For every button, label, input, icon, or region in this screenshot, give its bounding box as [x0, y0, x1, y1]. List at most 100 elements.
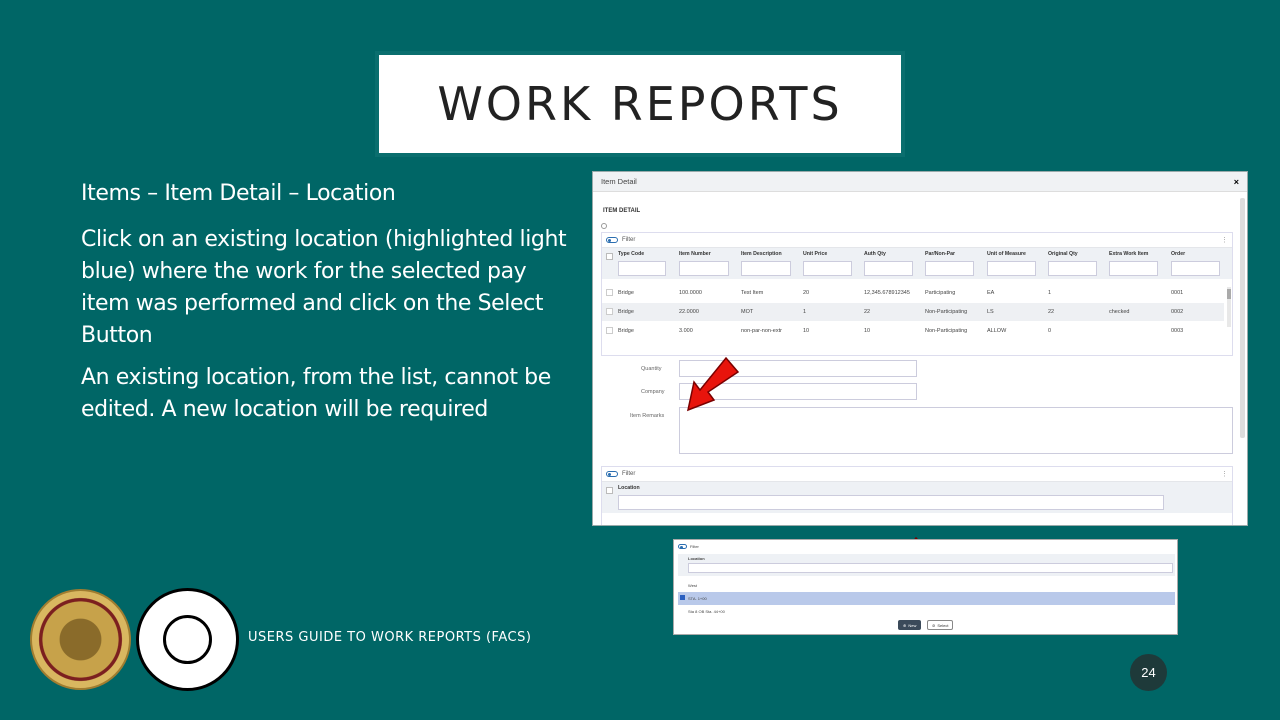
- dialog-header: Item Detail ×: [593, 172, 1247, 192]
- list-item[interactable]: West: [678, 579, 1175, 592]
- cell: non-par-non-extr: [741, 328, 782, 334]
- filter-row: Filter: [678, 544, 699, 549]
- table-row[interactable]: Bridge 22.0000 MOT 1 22 Non-Participatin…: [602, 303, 1224, 321]
- dialog-title: Item Detail: [601, 177, 637, 186]
- instruction-paragraph: Click on an existing location (highlight…: [81, 227, 567, 348]
- location-column-header[interactable]: Location: [688, 556, 705, 561]
- column-filter-input[interactable]: [1171, 261, 1220, 276]
- row-checkbox[interactable]: [606, 308, 613, 315]
- cell: Participating: [925, 290, 956, 296]
- row-checkbox[interactable]: [680, 595, 685, 600]
- filter-label: Filter: [622, 471, 636, 477]
- cell: checked: [1109, 309, 1130, 315]
- item-detail-dialog: Item Detail × ITEM DETAIL Filter ⋮ Type …: [592, 171, 1248, 526]
- body-text: Items – Item Detail – Location Click on …: [81, 178, 571, 436]
- select-button[interactable]: ⊘ Select: [927, 620, 954, 630]
- grid-header: Type Code Item Number Item Description U…: [602, 247, 1232, 279]
- row-checkbox[interactable]: [606, 327, 613, 334]
- cell: 22: [864, 309, 871, 315]
- info-icon: [601, 223, 607, 229]
- items-grid: Filter ⋮ Type Code Item Number Item Desc…: [601, 232, 1233, 356]
- slide-title: WORK REPORTS: [437, 77, 843, 131]
- cell: 0003: [1171, 328, 1184, 334]
- cell: 10: [803, 328, 810, 334]
- location-column-header[interactable]: Location: [618, 485, 640, 491]
- check-icon: ⊘: [932, 622, 936, 628]
- cell: 100.0000: [679, 290, 702, 296]
- filter-row: Filter ⋮: [602, 233, 1232, 247]
- filter-toggle[interactable]: [606, 471, 618, 477]
- cell: 0: [1048, 328, 1052, 334]
- cell: 1: [803, 309, 807, 315]
- filter-row: Filter ⋮: [602, 467, 1232, 481]
- location-panel: Filter Location West STA. 1+00 Sta 8 OB …: [673, 539, 1178, 635]
- column-filter-input[interactable]: [803, 261, 852, 276]
- table-row[interactable]: Bridge 3.000 non-par-non-extr 10 10 Non-…: [602, 322, 1224, 340]
- slide-heading: Items – Item Detail – Location: [81, 181, 396, 206]
- note-paragraph: An existing location, from the list, can…: [81, 365, 551, 422]
- new-button[interactable]: ⊕ New: [898, 620, 922, 630]
- column-header[interactable]: Order: [1171, 251, 1185, 257]
- column-filter-input[interactable]: [925, 261, 974, 276]
- red-arrow-icon: [686, 356, 740, 412]
- page-number: 24: [1130, 654, 1167, 691]
- filter-label: Filter: [622, 237, 636, 243]
- filter-toggle[interactable]: [606, 237, 618, 243]
- row-checkbox[interactable]: [606, 289, 613, 296]
- cell: 3.000: [679, 328, 693, 334]
- column-header[interactable]: Item Description: [741, 251, 782, 257]
- dialog-scrollbar[interactable]: [1240, 198, 1245, 438]
- column-header[interactable]: Original Qty: [1048, 251, 1078, 257]
- cell: Non-Participating: [925, 328, 968, 334]
- item-remarks-field[interactable]: [679, 407, 1233, 454]
- column-header[interactable]: Extra Work Item: [1109, 251, 1148, 257]
- close-icon[interactable]: ×: [1234, 177, 1239, 187]
- column-header[interactable]: Auth Qty: [864, 251, 886, 257]
- cell: EA: [987, 290, 995, 296]
- plus-icon: ⊕: [903, 622, 907, 628]
- column-filter-input[interactable]: [1109, 261, 1158, 276]
- cell: 10: [864, 328, 871, 334]
- column-header[interactable]: Par/Non-Par: [925, 251, 955, 257]
- column-header[interactable]: Unit of Measure: [987, 251, 1026, 257]
- kebab-menu-icon[interactable]: ⋮: [1221, 236, 1228, 244]
- new-label: New: [908, 622, 917, 628]
- select-label: Select: [937, 622, 949, 628]
- column-filter-input[interactable]: [741, 261, 791, 276]
- column-filter-input[interactable]: [864, 261, 913, 276]
- location-filter-input[interactable]: [688, 563, 1173, 573]
- cell: Bridge: [618, 290, 634, 296]
- filter-label: Filter: [690, 544, 699, 549]
- cell: 1: [1048, 290, 1052, 296]
- cell: MOT: [741, 309, 754, 315]
- cell: 0002: [1171, 309, 1184, 315]
- column-filter-input[interactable]: [1048, 261, 1097, 276]
- kebab-menu-icon[interactable]: ⋮: [1221, 470, 1228, 478]
- company-label: Company: [641, 389, 665, 395]
- column-header[interactable]: Type Code: [618, 251, 644, 257]
- cell: Non-Participating: [925, 309, 968, 315]
- select-all-checkbox[interactable]: [606, 487, 613, 494]
- select-all-checkbox[interactable]: [606, 253, 613, 260]
- cell: Test Item: [741, 290, 764, 296]
- column-header[interactable]: Item Number: [679, 251, 711, 257]
- cell: 0001: [1171, 290, 1184, 296]
- cell: 12,345.678912345: [864, 290, 910, 296]
- cell: Bridge: [618, 328, 634, 334]
- location-filter-input[interactable]: [618, 495, 1164, 510]
- cell: 22.0000: [679, 309, 699, 315]
- filter-toggle[interactable]: [678, 544, 687, 549]
- column-filter-input[interactable]: [618, 261, 666, 276]
- list-item-selected[interactable]: STA. 1+00: [678, 592, 1175, 605]
- dot-hawaii-seal: [136, 588, 239, 691]
- table-row[interactable]: Bridge 100.0000 Test Item 20 12,345.6789…: [602, 284, 1224, 302]
- column-filter-input[interactable]: [679, 261, 729, 276]
- state-of-hawaii-seal: [30, 589, 131, 690]
- cell: ALLOW: [987, 328, 1007, 334]
- location-name: West: [688, 583, 698, 588]
- list-item[interactable]: Sta 8 OB Sta. 44+00: [678, 605, 1175, 618]
- grid-scrollbar[interactable]: [1227, 287, 1231, 327]
- column-header[interactable]: Unit Price: [803, 251, 827, 257]
- item-remarks-label: Item Remarks: [630, 413, 665, 419]
- column-filter-input[interactable]: [987, 261, 1036, 276]
